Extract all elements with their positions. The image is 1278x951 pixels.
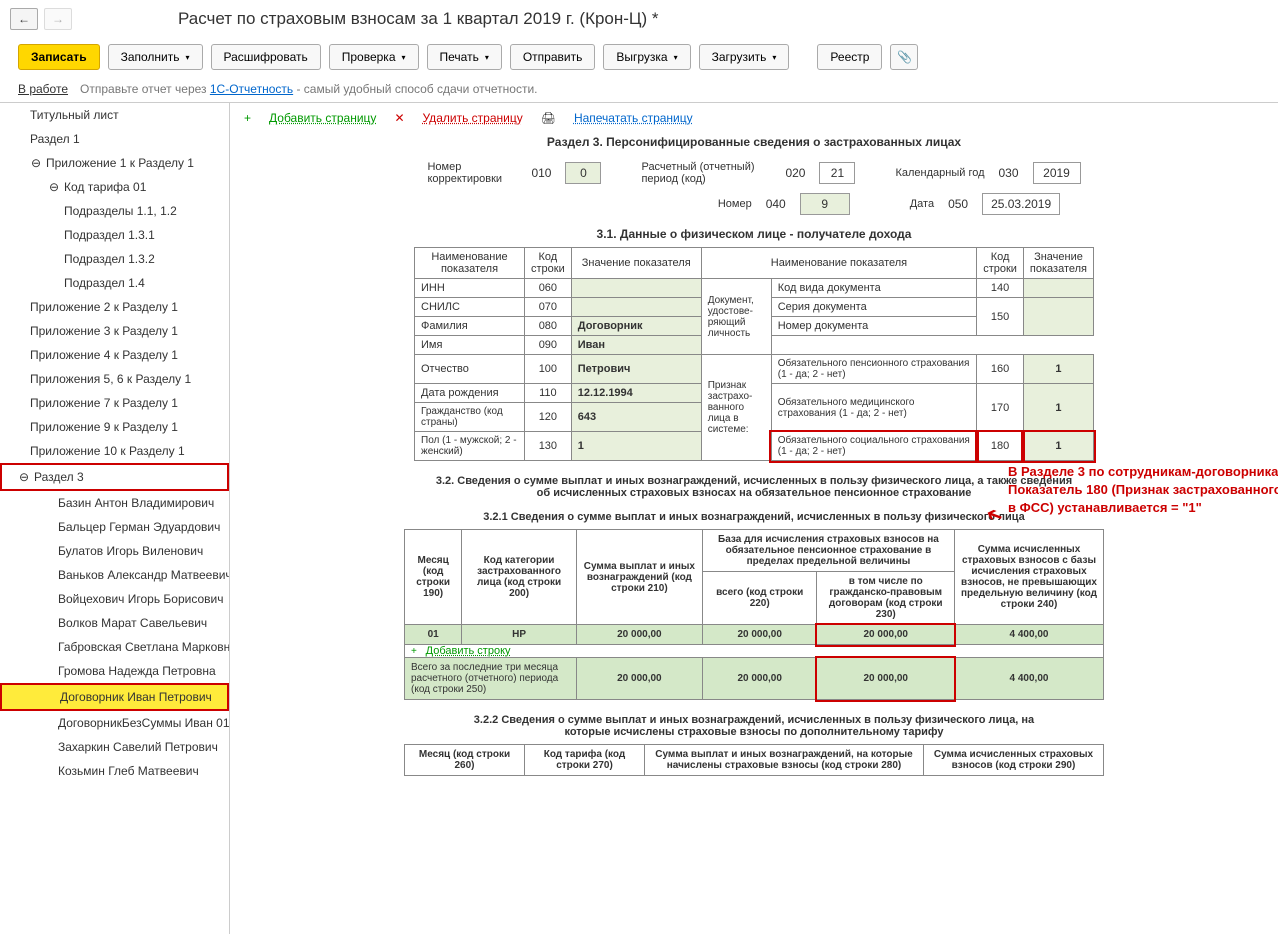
- tree-sub132[interactable]: Подраздел 1.3.2: [0, 247, 229, 271]
- tree-person[interactable]: Громова Надежда Петровна: [0, 659, 229, 683]
- tree-app7[interactable]: Приложение 7 к Разделу 1: [0, 391, 229, 415]
- name-field[interactable]: Иван: [571, 336, 701, 355]
- tree-person-selected[interactable]: Договорник Иван Петрович: [0, 683, 229, 711]
- t-total: 20 000,00: [702, 658, 817, 700]
- year-value[interactable]: 2019: [1033, 162, 1081, 184]
- r1-total[interactable]: 20 000,00: [702, 625, 817, 645]
- r1-gph[interactable]: 20 000,00: [817, 625, 955, 645]
- doctype-field[interactable]: [1023, 279, 1093, 298]
- tree-app1[interactable]: ⊖Приложение 1 к Разделу 1: [0, 151, 229, 175]
- add-page-link[interactable]: Добавить страницу: [269, 111, 376, 125]
- t-gph: 20 000,00: [817, 658, 955, 700]
- tree-person[interactable]: Козьмин Глеб Матвеевич: [0, 759, 229, 783]
- corr-value[interactable]: 0: [565, 162, 601, 184]
- year-label: Календарный год: [895, 167, 984, 179]
- period-code: 020: [781, 166, 809, 180]
- annotation-arrow-icon: ➔: [982, 501, 1006, 530]
- nav-back-button[interactable]: ←: [10, 8, 38, 30]
- period-value[interactable]: 21: [819, 162, 855, 184]
- tree-app4[interactable]: Приложение 4 к Разделу 1: [0, 343, 229, 367]
- s31-title: 3.1. Данные о физическом лице - получате…: [244, 227, 1264, 241]
- corr-code: 010: [527, 166, 555, 180]
- add-page-icon: +: [244, 111, 251, 125]
- r1-sum[interactable]: 20 000,00: [576, 625, 702, 645]
- num-code: 040: [762, 197, 790, 211]
- tree-app3[interactable]: Приложение 3 к Разделу 1: [0, 319, 229, 343]
- send-button[interactable]: Отправить: [510, 44, 596, 70]
- upload-button[interactable]: Выгрузка: [603, 44, 690, 70]
- dob-field[interactable]: 12.12.1994: [571, 384, 701, 403]
- print-page-icon: 🖨: [541, 111, 556, 125]
- content-area: + Добавить страницу ✕ Удалить страницу 🖨…: [230, 103, 1278, 934]
- check-button[interactable]: Проверка: [329, 44, 419, 70]
- tree-person[interactable]: Захаркин Савелий Петрович: [0, 735, 229, 759]
- delete-page-link[interactable]: Удалить страницу: [423, 111, 523, 125]
- tree-app10[interactable]: Приложение 10 к Разделу 1: [0, 439, 229, 463]
- section3-title: Раздел 3. Персонифицированные сведения о…: [244, 135, 1264, 149]
- corr-label: Номер корректировки: [427, 161, 517, 185]
- write-button[interactable]: Записать: [18, 44, 100, 70]
- fill-button[interactable]: Заполнить: [108, 44, 203, 70]
- section-tree: Титульный лист Раздел 1 ⊖Приложение 1 к …: [0, 103, 230, 934]
- t-sum: 20 000,00: [576, 658, 702, 700]
- tree-person[interactable]: Габровская Светлана Марковна: [0, 635, 229, 659]
- patr-field[interactable]: Петрович: [571, 355, 701, 384]
- snils-field[interactable]: [571, 298, 701, 317]
- r1-calc[interactable]: 4 400,00: [954, 625, 1103, 645]
- tree-person[interactable]: Войцехович Игорь Борисович: [0, 587, 229, 611]
- tree-person[interactable]: Бальцер Герман Эдуардович: [0, 515, 229, 539]
- download-button[interactable]: Загрузить: [699, 44, 790, 70]
- tree-section-3[interactable]: ⊖Раздел 3: [0, 463, 229, 491]
- tree-sub11-12[interactable]: Подразделы 1.1, 1.2: [0, 199, 229, 223]
- decode-button[interactable]: Расшифровать: [211, 44, 321, 70]
- tree-app56[interactable]: Приложения 5, 6 к Разделу 1: [0, 367, 229, 391]
- s322-title: 3.2.2 Сведения о сумме выплат и иных воз…: [454, 714, 1054, 738]
- cit-field[interactable]: 643: [571, 403, 701, 432]
- table-321: Месяц (код строки 190) Код категории зас…: [404, 529, 1104, 700]
- year-code: 030: [995, 166, 1023, 180]
- attach-button[interactable]: 📎: [890, 44, 918, 70]
- date-label: Дата: [910, 198, 934, 210]
- tree-section-1[interactable]: Раздел 1: [0, 127, 229, 151]
- reporting-link[interactable]: 1С-Отчетность: [210, 82, 293, 96]
- page-title: Расчет по страховым взносам за 1 квартал…: [178, 9, 659, 29]
- table-322: Месяц (код строки 260) Код тарифа (код с…: [404, 744, 1104, 776]
- inn-field[interactable]: [571, 279, 701, 298]
- t-calc: 4 400,00: [954, 658, 1103, 700]
- period-label: Расчетный (отчетный) период (код): [641, 161, 771, 185]
- annotation-text: В Разделе 3 по сотрудникам-договорникам …: [1008, 463, 1278, 518]
- tree-sub131[interactable]: Подраздел 1.3.1: [0, 223, 229, 247]
- tree-person[interactable]: ДоговорникБезСуммы Иван 01.11.1994: [0, 711, 229, 735]
- tree-person[interactable]: Волков Марат Савельевич: [0, 611, 229, 635]
- print-page-link[interactable]: Напечатать страницу: [574, 111, 693, 125]
- s32-title: 3.2. Сведения о сумме выплат и иных возн…: [434, 475, 1074, 499]
- ops-field[interactable]: 1: [1023, 355, 1093, 384]
- num-label: Номер: [718, 198, 752, 210]
- nav-forward-button[interactable]: →: [44, 8, 72, 30]
- tree-person[interactable]: Ваньков Александр Матвеевич: [0, 563, 229, 587]
- date-code: 050: [944, 197, 972, 211]
- delete-page-icon: ✕: [394, 111, 404, 125]
- print-button[interactable]: Печать: [427, 44, 502, 70]
- docser-field[interactable]: [1023, 298, 1093, 336]
- fam-field[interactable]: Договорник: [571, 317, 701, 336]
- tree-app9[interactable]: Приложение 9 к Разделу 1: [0, 415, 229, 439]
- num-value[interactable]: 9: [800, 193, 850, 215]
- oms-field[interactable]: 1: [1023, 384, 1093, 432]
- registry-button[interactable]: Реестр: [817, 44, 882, 70]
- tree-sub14[interactable]: Подраздел 1.4: [0, 271, 229, 295]
- status-hint: Отправьте отчет через 1С-Отчетность - са…: [80, 82, 537, 96]
- tree-tariff01[interactable]: ⊖Код тарифа 01: [0, 175, 229, 199]
- status-link[interactable]: В работе: [18, 82, 68, 96]
- tree-title-page[interactable]: Титульный лист: [0, 103, 229, 127]
- tree-app2[interactable]: Приложение 2 к Разделу 1: [0, 295, 229, 319]
- date-value[interactable]: 25.03.2019: [982, 193, 1060, 215]
- table-31: Наименование показателя Код строки Значе…: [414, 247, 1094, 461]
- tree-person[interactable]: Базин Антон Владимирович: [0, 491, 229, 515]
- sex-field[interactable]: 1: [571, 432, 701, 461]
- oss-field[interactable]: 1: [1023, 432, 1093, 461]
- tree-person[interactable]: Булатов Игорь Виленович: [0, 539, 229, 563]
- add-row-link[interactable]: Добавить строку: [420, 641, 517, 661]
